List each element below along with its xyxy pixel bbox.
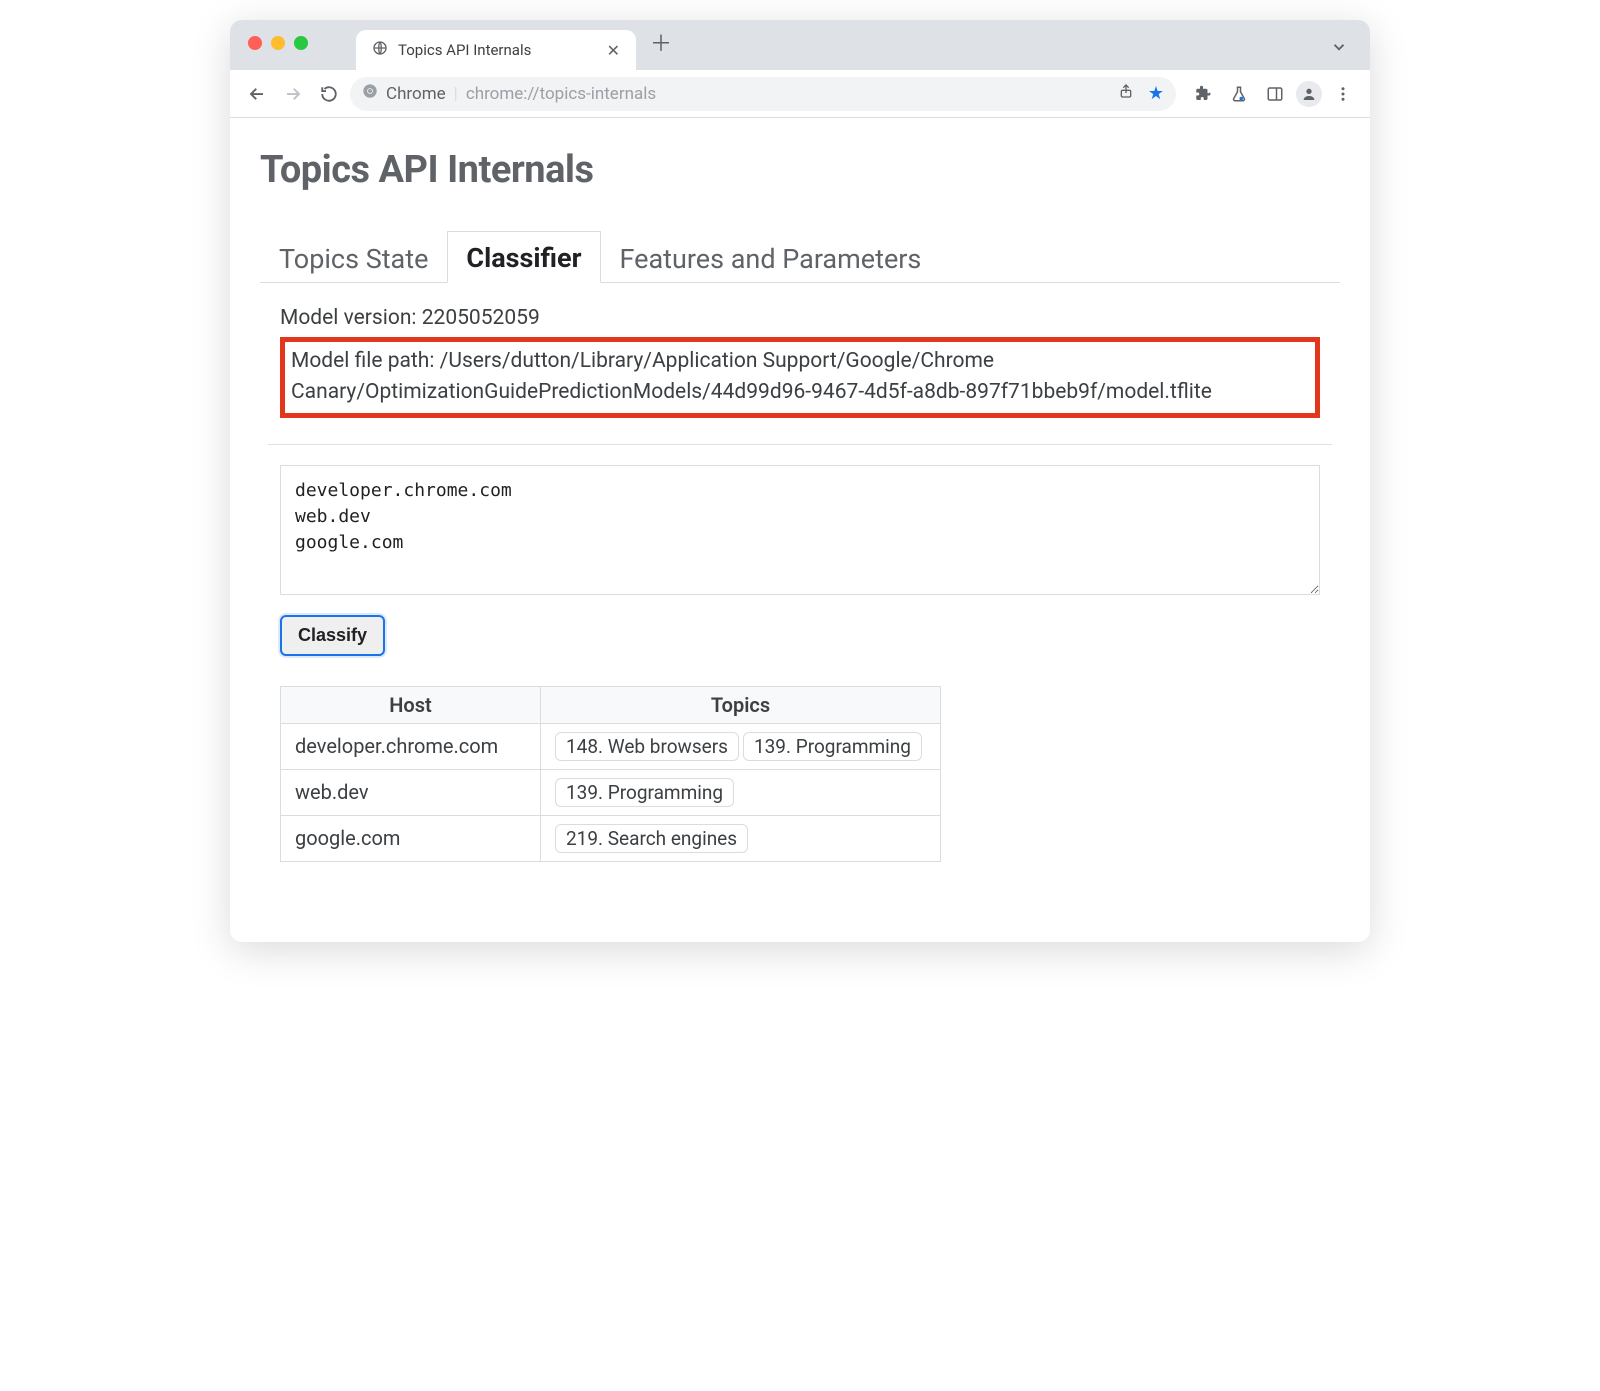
page-tab-features-and-parameters[interactable]: Features and Parameters bbox=[601, 232, 941, 283]
model-version-label: Model version: bbox=[280, 306, 417, 330]
table-row: developer.chrome.com148. Web browsers139… bbox=[281, 723, 941, 769]
bookmark-star-icon[interactable]: ★ bbox=[1148, 83, 1164, 104]
classifier-form: Classify Host Topics developer.chrome.co… bbox=[260, 445, 1340, 882]
profile-avatar[interactable] bbox=[1296, 81, 1322, 107]
traffic-lights bbox=[248, 36, 308, 50]
omnibox-separator: | bbox=[454, 84, 458, 104]
browser-tab-title: Topics API Internals bbox=[398, 41, 597, 59]
topics-cell: 219. Search engines bbox=[541, 815, 941, 861]
hosts-textarea[interactable] bbox=[280, 465, 1320, 595]
table-row: google.com 219. Search engines bbox=[281, 815, 941, 861]
host-cell: google.com bbox=[281, 815, 541, 861]
model-path-label: Model file path: bbox=[291, 349, 434, 373]
window-minimize-button[interactable] bbox=[271, 36, 285, 50]
toolbar: Chrome | chrome://topics-internals ★ bbox=[230, 70, 1370, 118]
omnibox-url: chrome://topics-internals bbox=[466, 84, 656, 104]
reload-button[interactable] bbox=[314, 79, 344, 109]
globe-icon bbox=[372, 40, 388, 60]
toolbar-actions bbox=[1182, 79, 1358, 109]
model-info: Model version: 2205052059 Model file pat… bbox=[260, 283, 1340, 430]
kebab-menu-icon[interactable] bbox=[1328, 79, 1358, 109]
extensions-icon[interactable] bbox=[1188, 79, 1218, 109]
col-topics: Topics bbox=[541, 686, 941, 723]
side-panel-icon[interactable] bbox=[1260, 79, 1290, 109]
model-path-highlight: Model file path: /Users/dutton/Library/A… bbox=[280, 337, 1320, 418]
share-icon[interactable] bbox=[1118, 83, 1134, 104]
labs-icon[interactable] bbox=[1224, 79, 1254, 109]
window-zoom-button[interactable] bbox=[294, 36, 308, 50]
page-tab-topics-state[interactable]: Topics State bbox=[260, 232, 447, 283]
model-version-value: 2205052059 bbox=[422, 306, 540, 330]
topic-chip: 139. Programming bbox=[555, 778, 734, 807]
new-tab-button[interactable]: ＋ bbox=[650, 26, 672, 58]
chrome-logo-icon bbox=[362, 83, 378, 104]
window-close-button[interactable] bbox=[248, 36, 262, 50]
table-header-row: Host Topics bbox=[281, 686, 941, 723]
topics-cell: 139. Programming bbox=[541, 769, 941, 815]
page-tab-classifier[interactable]: Classifier bbox=[447, 231, 600, 283]
browser-window: Topics API Internals ✕ ＋ Chrome | chrome… bbox=[230, 20, 1370, 942]
model-version-line: Model version: 2205052059 bbox=[280, 303, 1320, 335]
topic-chip: 139. Programming bbox=[743, 732, 922, 761]
col-host: Host bbox=[281, 686, 541, 723]
host-cell: developer.chrome.com bbox=[281, 723, 541, 769]
topic-chip: 148. Web browsers bbox=[555, 732, 739, 761]
page-tabs: Topics StateClassifierFeatures and Param… bbox=[260, 230, 1340, 283]
omnibox[interactable]: Chrome | chrome://topics-internals ★ bbox=[350, 77, 1176, 111]
topic-chip: 219. Search engines bbox=[555, 824, 748, 853]
page-title: Topics API Internals bbox=[260, 148, 1340, 192]
host-cell: web.dev bbox=[281, 769, 541, 815]
tab-close-button[interactable]: ✕ bbox=[607, 41, 620, 60]
topics-cell: 148. Web browsers139. Programming bbox=[541, 723, 941, 769]
forward-button[interactable] bbox=[278, 79, 308, 109]
titlebar: Topics API Internals ✕ ＋ bbox=[230, 20, 1370, 70]
table-row: web.dev 139. Programming bbox=[281, 769, 941, 815]
page-content: Topics API Internals Topics StateClassif… bbox=[230, 118, 1370, 942]
browser-tab[interactable]: Topics API Internals ✕ bbox=[356, 30, 636, 70]
tablist-dropdown-button[interactable] bbox=[1330, 38, 1348, 61]
omnibox-scheme-label: Chrome bbox=[386, 84, 446, 104]
results-table: Host Topics developer.chrome.com148. Web… bbox=[280, 686, 941, 862]
classify-button[interactable]: Classify bbox=[280, 615, 385, 656]
back-button[interactable] bbox=[242, 79, 272, 109]
